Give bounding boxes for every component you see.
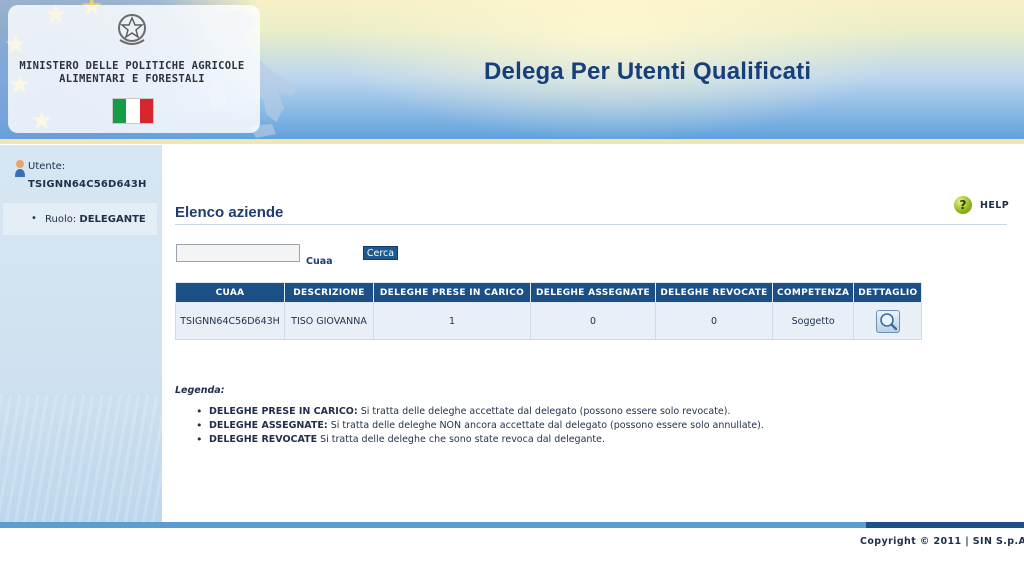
section-divider (175, 224, 1007, 225)
column-header-deleghe-revocate: DELEGHE REVOCATE (655, 282, 773, 303)
column-header-deleghe-prese: DELEGHE PRESE IN CARICO (373, 282, 531, 303)
role-value: DELEGANTE (79, 214, 146, 225)
cell-competenza: Soggetto (771, 302, 855, 340)
legend-text: Si tratta delle deleghe NON ancora accet… (327, 420, 764, 431)
legend-text: Si tratta delle deleghe accettate dal de… (357, 406, 731, 417)
republic-emblem-icon (118, 14, 146, 45)
table-header-row: CUAA DESCRIZIONE DELEGHE PRESE IN CARICO… (175, 282, 923, 303)
companies-table: CUAA DESCRIZIONE DELEGHE PRESE IN CARICO… (175, 282, 923, 340)
column-header-deleghe-assegnate: DELEGHE ASSEGNATE (530, 282, 656, 303)
sidebar: Utente: TSIGNN64C56D643H • Ruolo: DELEGA… (0, 145, 162, 522)
flag-red-band (139, 99, 153, 123)
legend-text: Si tratta delle deleghe che sono state r… (317, 434, 606, 445)
role-prefix: Ruolo: (45, 214, 77, 225)
legend-item: DELEGHE PRESE IN CARICO: Si tratta delle… (196, 405, 764, 419)
cell-deleghe-prese: 1 (373, 302, 531, 340)
legend-term: DELEGHE ASSEGNATE: (209, 420, 328, 431)
sidebar-decoration (0, 395, 162, 522)
column-header-dettaglio: DETTAGLIO (853, 282, 923, 303)
italian-flag-icon (112, 98, 154, 124)
legend-item: DELEGHE REVOCATE Si tratta delle deleghe… (196, 433, 764, 447)
search-button[interactable]: Cerca (363, 246, 398, 260)
cell-deleghe-revocate: 0 (655, 302, 773, 340)
page-header: ★ ★ ★ ★ ★ MINISTERO DELLE POLITICHE AGRI… (0, 0, 1024, 141)
user-label: Utente: (28, 161, 66, 172)
role-text: Ruolo: DELEGANTE (45, 214, 146, 225)
column-header-competenza: COMPETENZA (771, 282, 855, 303)
column-header-cuaa: CUAA (175, 282, 285, 303)
section-title: Elenco aziende (175, 204, 284, 221)
legend-title: Legenda: (175, 385, 225, 396)
magnifier-detail-icon[interactable] (875, 309, 900, 333)
cell-cuaa: TSIGNN64C56D643H (175, 302, 285, 340)
table-row: TSIGNN64C56D643H TISO GIOVANNA 1 0 0 Sog… (175, 302, 923, 340)
ministry-name: MINISTERO DELLE POLITICHE AGRICOLE ALIME… (0, 60, 264, 86)
role-row: • Ruolo: DELEGANTE (3, 203, 157, 235)
help-link[interactable]: ? HELP (954, 195, 1009, 215)
flag-green-band (113, 99, 127, 123)
cell-descrizione: TISO GIOVANNA (284, 302, 374, 340)
legend-list: DELEGHE PRESE IN CARICO: Si tratta delle… (196, 405, 764, 447)
magnifier-icon (880, 312, 898, 330)
cuaa-search-label: Cuaa (306, 256, 333, 267)
page-title: Delega Per Utenti Qualificati (484, 58, 812, 85)
cell-dettaglio (853, 302, 923, 340)
help-icon[interactable]: ? (954, 196, 972, 214)
cell-deleghe-assegnate: 0 (530, 302, 656, 340)
ministry-name-line-2: ALIMENTARI E FORESTALI (59, 73, 205, 85)
cuaa-search-input[interactable] (176, 244, 300, 262)
legend-item: DELEGHE ASSEGNATE: Si tratta delle deleg… (196, 419, 764, 433)
ministry-name-line-1: MINISTERO DELLE POLITICHE AGRICOLE (19, 60, 245, 72)
flag-white-band (126, 99, 140, 123)
help-label[interactable]: HELP (980, 200, 1009, 211)
footer-divider-accent (866, 522, 1024, 528)
legend-term: DELEGHE PRESE IN CARICO: (209, 406, 358, 417)
legend-term: DELEGHE REVOCATE (209, 434, 318, 445)
copyright-text: Copyright © 2011 | SIN S.p.A. (860, 536, 1024, 547)
user-icon (15, 160, 25, 177)
column-header-descrizione: DESCRIZIONE (284, 282, 374, 303)
user-id: TSIGNN64C56D643H (28, 179, 147, 190)
header-divider (0, 139, 1024, 144)
role-bullet: • (31, 213, 37, 224)
